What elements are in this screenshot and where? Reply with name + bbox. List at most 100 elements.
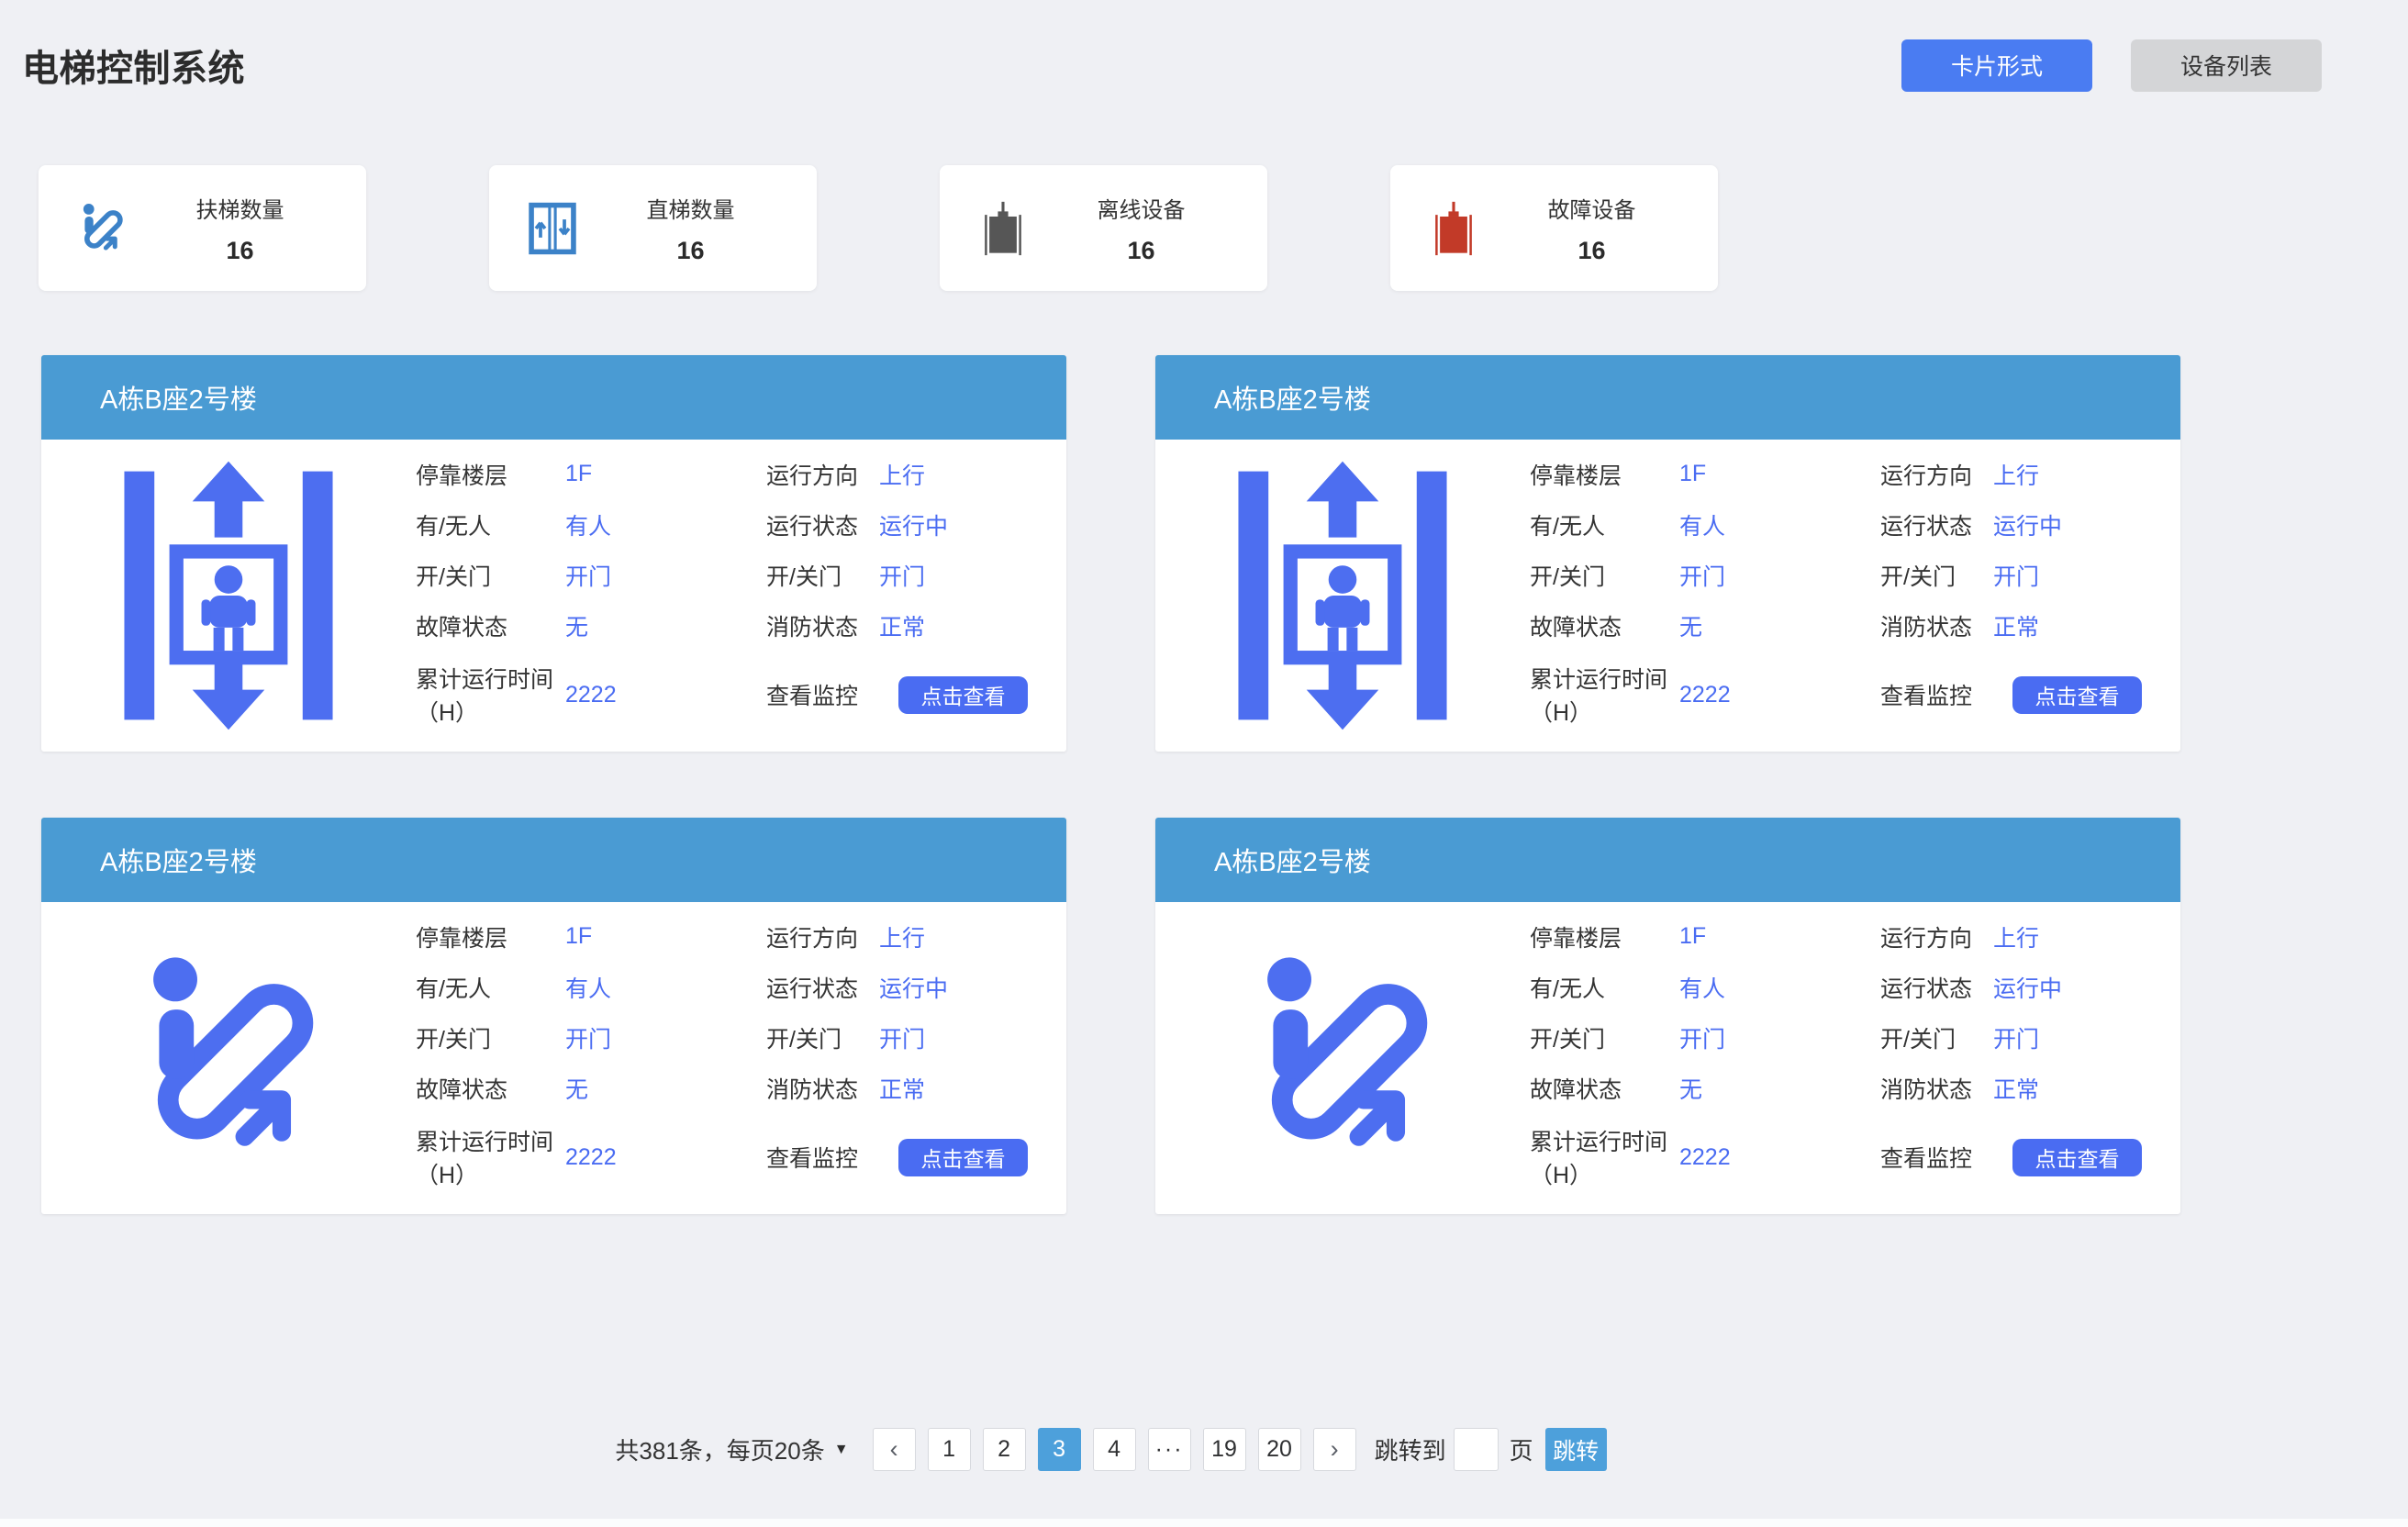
card-view-button[interactable]: 卡片形式 — [1901, 39, 2092, 92]
device-card-title: A栋B座2号楼 — [100, 378, 257, 417]
view-monitor-button[interactable]: 点击查看 — [898, 676, 1028, 714]
detail-row: 开/关门开门开/关门开门 — [416, 1012, 1028, 1063]
detail-value: 正常 — [1993, 609, 2142, 642]
detail-value: 有人 — [1679, 971, 1880, 1004]
next-page-button[interactable]: › — [1313, 1428, 1356, 1471]
detail-label: 运行方向 — [766, 920, 879, 953]
device-icon-wrap — [1155, 902, 1530, 1214]
detail-row: 累计运行时间（H）2222查看监控点击查看 — [1530, 662, 2142, 712]
detail-label: 运行方向 — [1880, 458, 1993, 491]
bottom-strip — [0, 1519, 2408, 1527]
device-details: 停靠楼层1F运行方向上行有/无人有人运行状态运行中开/关门开门开/关门开门故障状… — [416, 902, 1066, 1214]
prev-page-button[interactable]: ‹ — [873, 1428, 916, 1471]
detail-row: 开/关门开门开/关门开门 — [1530, 550, 2142, 600]
page-button-3[interactable]: 3 — [1038, 1428, 1081, 1471]
detail-label: 有/无人 — [416, 971, 565, 1004]
detail-label: 故障状态 — [416, 1072, 565, 1105]
detail-label: 消防状态 — [1880, 1072, 1993, 1105]
detail-value: 上行 — [1993, 458, 2142, 491]
stat-text: 离线设备16 — [1031, 192, 1251, 265]
view-monitor-button[interactable]: 点击查看 — [2012, 1139, 2142, 1176]
device-card-body: 停靠楼层1F运行方向上行有/无人有人运行状态运行中开/关门开门开/关门开门故障状… — [1155, 902, 2180, 1214]
detail-value: 开门 — [1993, 1021, 2142, 1054]
detail-label: 运行状态 — [766, 971, 879, 1004]
detail-row: 开/关门开门开/关门开门 — [1530, 1012, 2142, 1063]
stat-value: 16 — [676, 237, 704, 265]
pagination: 共381条，每页20条 ▼ ‹1234···1920› 跳转到 页 跳转 — [41, 1428, 2180, 1471]
jump-button[interactable]: 跳转 — [1545, 1428, 1607, 1471]
detail-label: 停靠楼层 — [1530, 920, 1679, 953]
detail-value: 1F — [565, 923, 766, 950]
topbar: 电梯控制系统 卡片形式 设备列表 — [0, 0, 2408, 92]
detail-row: 故障状态无消防状态正常 — [1530, 1063, 2142, 1113]
detail-value: 正常 — [879, 609, 1028, 642]
detail-value: 有人 — [565, 508, 766, 541]
detail-label: 开/关门 — [766, 559, 879, 592]
page-button-20[interactable]: 20 — [1258, 1428, 1301, 1471]
detail-label: 查看监控 — [1880, 1141, 1993, 1174]
detail-value: 1F — [1679, 923, 1880, 950]
stat-card: 离线设备16 — [940, 165, 1267, 291]
detail-label: 消防状态 — [1880, 609, 1993, 642]
detail-row: 累计运行时间（H）2222查看监控点击查看 — [1530, 1124, 2142, 1175]
detail-label: 开/关门 — [1530, 1021, 1679, 1054]
escalator-icon — [108, 942, 349, 1174]
view-monitor-button[interactable]: 点击查看 — [898, 1139, 1028, 1176]
detail-value: 无 — [1679, 609, 1880, 642]
stat-label: 扶梯数量 — [196, 192, 284, 224]
detail-value: 1F — [565, 461, 766, 487]
page-button-2[interactable]: 2 — [983, 1428, 1026, 1471]
detail-label: 开/关门 — [1530, 559, 1679, 592]
detail-value: 开门 — [565, 559, 766, 592]
device-card: A栋B座2号楼停靠楼层1F运行方向上行有/无人有人运行状态运行中开/关门开门开/… — [41, 355, 1066, 752]
stats-row: 扶梯数量16 直梯数量 16 离线设备16 故障设备16 — [39, 165, 2408, 291]
detail-label: 开/关门 — [1880, 559, 1993, 592]
view-monitor-button[interactable]: 点击查看 — [2012, 676, 2142, 714]
device-card-body: 停靠楼层1F运行方向上行有/无人有人运行状态运行中开/关门开门开/关门开门故障状… — [41, 902, 1066, 1214]
stat-card: 扶梯数量16 — [39, 165, 366, 291]
detail-row: 有/无人有人运行状态运行中 — [1530, 962, 2142, 1012]
device-card-title: A栋B座2号楼 — [1214, 841, 1371, 879]
stat-text: 扶梯数量16 — [130, 192, 350, 265]
detail-value: 2222 — [1679, 682, 1880, 708]
detail-label: 停靠楼层 — [416, 458, 565, 491]
jump-page-input[interactable] — [1454, 1428, 1499, 1471]
detail-label: 开/关门 — [416, 1021, 565, 1054]
device-details: 停靠楼层1F运行方向上行有/无人有人运行状态运行中开/关门开门开/关门开门故障状… — [1530, 440, 2180, 752]
stat-label: 直梯数量 — [647, 192, 735, 224]
escalator-icon — [1222, 942, 1463, 1174]
detail-row: 故障状态无消防状态正常 — [1530, 600, 2142, 651]
detail-value: 1F — [1679, 461, 1880, 487]
detail-label: 运行状态 — [1880, 971, 1993, 1004]
detail-label: 运行状态 — [766, 508, 879, 541]
device-card: A栋B座2号楼停靠楼层1F运行方向上行有/无人有人运行状态运行中开/关门开门开/… — [41, 818, 1066, 1214]
detail-label: 有/无人 — [1530, 508, 1679, 541]
stat-card: 直梯数量 16 — [489, 165, 817, 291]
detail-value: 正常 — [879, 1072, 1028, 1105]
device-details: 停靠楼层1F运行方向上行有/无人有人运行状态运行中开/关门开门开/关门开门故障状… — [416, 440, 1066, 752]
page-ellipsis[interactable]: ··· — [1148, 1428, 1191, 1471]
device-card-header: A栋B座2号楼 — [41, 355, 1066, 440]
detail-label: 累计运行时间（H） — [1530, 1124, 1679, 1190]
page-title: 电梯控制系统 — [22, 39, 245, 92]
jump-to-label: 跳转到 — [1375, 1432, 1446, 1466]
detail-value: 无 — [565, 609, 766, 642]
detail-value: 运行中 — [1993, 508, 2142, 541]
detail-row: 开/关门开门开/关门开门 — [416, 550, 1028, 600]
detail-value: 2222 — [565, 682, 766, 708]
stat-label: 离线设备 — [1098, 192, 1186, 224]
detail-value: 开门 — [1679, 1021, 1880, 1054]
detail-value: 上行 — [1993, 920, 2142, 953]
detail-row: 累计运行时间（H）2222查看监控点击查看 — [416, 1124, 1028, 1175]
page-size-caret-icon[interactable]: ▼ — [834, 1442, 849, 1458]
detail-label: 查看监控 — [1880, 678, 1993, 711]
list-view-button[interactable]: 设备列表 — [2131, 39, 2322, 92]
detail-value: 上行 — [879, 458, 1028, 491]
detail-label: 消防状态 — [766, 1072, 879, 1105]
page-button-1[interactable]: 1 — [928, 1428, 971, 1471]
page-list: ‹ 1234 ··· 19 20 › — [873, 1428, 1356, 1471]
device-icon-wrap — [1155, 440, 1530, 752]
page-button-4[interactable]: 4 — [1093, 1428, 1136, 1471]
stat-text: 故障设备16 — [1482, 192, 1701, 265]
page-button-19[interactable]: 19 — [1203, 1428, 1246, 1471]
